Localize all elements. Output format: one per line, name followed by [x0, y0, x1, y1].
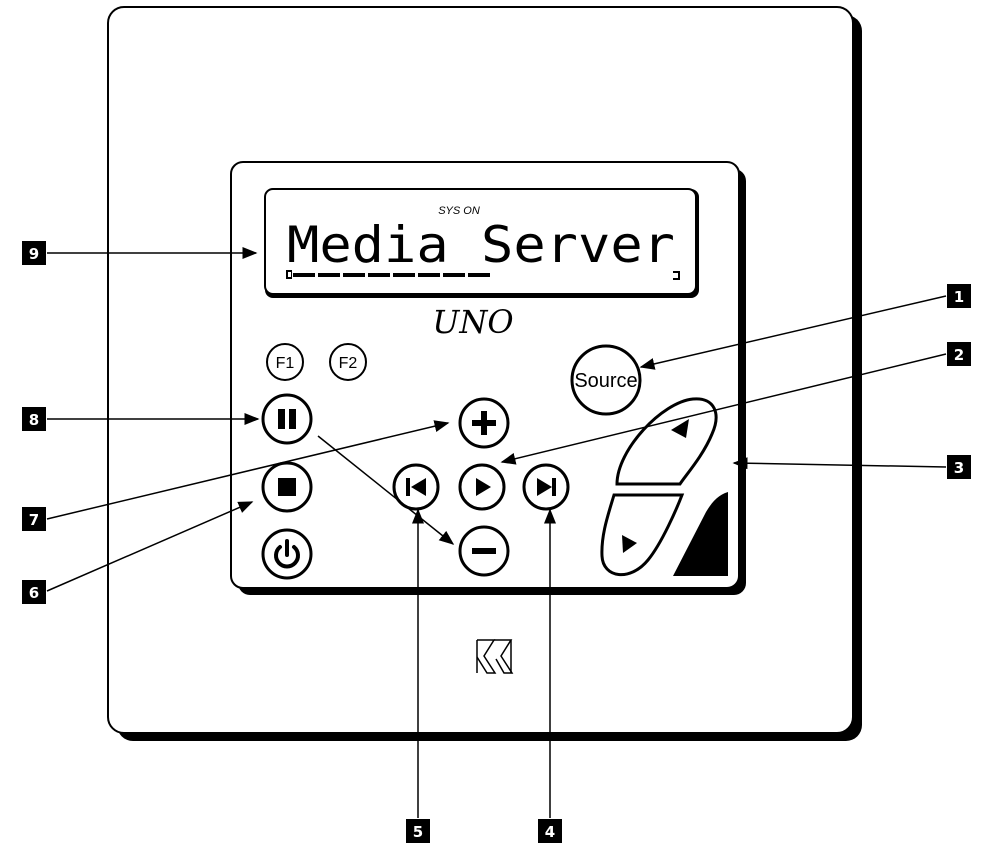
svg-text:6: 6: [29, 584, 39, 602]
callout-label-9: 9: [22, 241, 46, 265]
source-label: Source: [574, 370, 637, 392]
pause-button[interactable]: [261, 393, 313, 445]
lcd-display: SYS ON Media Server: [264, 188, 699, 298]
callout-label-1: 1: [947, 284, 971, 308]
svg-text:8: 8: [29, 411, 39, 429]
keypad-diagram: SYS ON Media Server UNO F1 F2 Source 1 2…: [22, 6, 971, 843]
progress-segment: [468, 273, 490, 277]
f1-label: F1: [276, 355, 295, 372]
svg-text:3: 3: [954, 459, 964, 477]
callout-label-8: 8: [22, 407, 46, 431]
power-button[interactable]: [261, 528, 313, 580]
progress-segment: [393, 273, 415, 277]
volume-down-button[interactable]: [458, 525, 510, 577]
progress-segment: [343, 273, 365, 277]
lcd-main-text: Media Server: [287, 216, 675, 274]
callout-label-7: 7: [22, 507, 46, 531]
f2-button[interactable]: F2: [329, 343, 367, 381]
svg-text:1: 1: [954, 288, 964, 306]
f1-button[interactable]: F1: [266, 343, 304, 381]
progress-segment: [293, 273, 315, 277]
volume-up-button[interactable]: [458, 397, 510, 449]
progress-segment: [368, 273, 390, 277]
f2-label: F2: [339, 355, 358, 372]
minus-icon: [472, 548, 496, 554]
svg-text:9: 9: [29, 245, 39, 263]
source-button[interactable]: Source: [570, 344, 642, 416]
next-track-button[interactable]: [522, 463, 570, 511]
callout-label-4: 4: [538, 819, 562, 843]
svg-text:7: 7: [29, 511, 39, 529]
callout-label-5: 5: [406, 819, 430, 843]
svg-text:4: 4: [545, 823, 555, 841]
stop-button[interactable]: [261, 461, 313, 513]
play-button[interactable]: [458, 463, 506, 511]
callout-label-3: 3: [947, 455, 971, 479]
svg-text:5: 5: [413, 823, 423, 841]
uno-logo: UNO: [432, 303, 513, 341]
progress-segment: [418, 273, 440, 277]
callout-label-6: 6: [22, 580, 46, 604]
callout-label-2: 2: [947, 342, 971, 366]
progress-segment: [318, 273, 340, 277]
stop-icon: [278, 478, 296, 496]
progress-segment: [443, 273, 465, 277]
svg-text:2: 2: [954, 346, 964, 364]
